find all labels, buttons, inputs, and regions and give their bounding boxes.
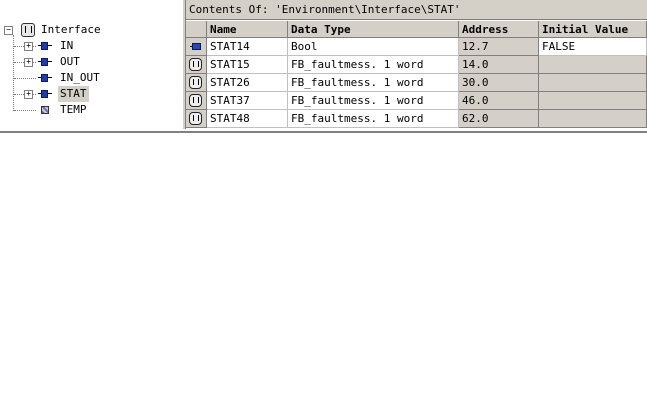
cell-data-type[interactable]: FB_faultmess. 1 word: [288, 74, 459, 92]
cell-address: 46.0: [459, 92, 539, 110]
tree-item-label: TEMP: [60, 103, 87, 116]
stat-port-icon: [38, 89, 52, 99]
interface-editor-window: − Interface + IN + OUT IN_OUT + STAT TEM…: [0, 0, 647, 133]
column-header-name[interactable]: Name: [207, 21, 288, 38]
tree-item-label-selected: STAT: [58, 86, 89, 102]
cell-address: 62.0: [459, 110, 539, 128]
fb-instance-icon: [189, 76, 202, 89]
cell-name[interactable]: STAT48: [207, 110, 288, 128]
tree-item-stat[interactable]: + STAT: [0, 86, 180, 102]
row-icon-cell: [186, 110, 207, 128]
table-row[interactable]: STAT14 Bool 12.7 FALSE: [186, 38, 647, 56]
cell-data-type[interactable]: FB_faultmess. 1 word: [288, 110, 459, 128]
cell-name[interactable]: STAT37: [207, 92, 288, 110]
inout-port-icon: [38, 73, 52, 83]
expand-icon[interactable]: +: [24, 42, 33, 51]
cell-name[interactable]: STAT26: [207, 74, 288, 92]
expand-icon[interactable]: +: [24, 58, 33, 67]
out-port-icon: [38, 57, 52, 67]
table-row[interactable]: STAT26 FB_faultmess. 1 word 30.0: [186, 74, 647, 92]
tree-item-in-out[interactable]: IN_OUT: [0, 70, 180, 86]
tree-item-out[interactable]: + OUT: [0, 54, 180, 70]
cell-initial-value[interactable]: FALSE: [539, 38, 647, 56]
table-row[interactable]: STAT15 FB_faultmess. 1 word 14.0: [186, 56, 647, 74]
row-icon-cell: [186, 92, 207, 110]
temp-icon: [38, 105, 52, 115]
cell-name[interactable]: STAT14: [207, 38, 288, 56]
cell-initial-value: [539, 74, 647, 92]
tree-item-in[interactable]: + IN: [0, 38, 180, 54]
column-header-initial-value[interactable]: Initial Value: [539, 21, 647, 38]
tree-item-label: IN_OUT: [60, 71, 100, 84]
column-header-address[interactable]: Address: [459, 21, 539, 38]
collapse-icon[interactable]: −: [4, 26, 13, 35]
tree-item-interface[interactable]: − Interface: [0, 22, 180, 38]
fb-instance-icon: [189, 112, 202, 125]
fb-instance-icon: [189, 58, 202, 71]
tree-item-temp[interactable]: TEMP: [0, 102, 180, 118]
contents-pane: Contents Of: 'Environment\Interface\STAT…: [186, 0, 647, 129]
table-row[interactable]: STAT37 FB_faultmess. 1 word 46.0: [186, 92, 647, 110]
expand-icon[interactable]: +: [24, 90, 33, 99]
tree-item-label: Interface: [41, 23, 101, 36]
variable-icon: [190, 42, 202, 52]
cell-address: 30.0: [459, 74, 539, 92]
tree-item-label: OUT: [60, 55, 80, 68]
cell-initial-value: [539, 56, 647, 74]
contents-caption: Contents Of: 'Environment\Interface\STAT…: [186, 0, 647, 20]
cell-data-type[interactable]: FB_faultmess. 1 word: [288, 56, 459, 74]
interface-icon: [21, 23, 35, 37]
column-header-data-type[interactable]: Data Type: [288, 21, 459, 38]
row-icon-cell: [186, 38, 207, 56]
cell-address: 14.0: [459, 56, 539, 74]
table-row[interactable]: STAT48 FB_faultmess. 1 word 62.0: [186, 110, 647, 128]
tree-item-label: IN: [60, 39, 74, 52]
in-port-icon: [38, 41, 52, 51]
fb-instance-icon: [189, 94, 202, 107]
cell-data-type[interactable]: FB_faultmess. 1 word: [288, 92, 459, 110]
cell-address: 12.7: [459, 38, 539, 56]
cell-name[interactable]: STAT15: [207, 56, 288, 74]
cell-initial-value: [539, 110, 647, 128]
header-icon-column[interactable]: [186, 21, 207, 38]
cell-data-type[interactable]: Bool: [288, 38, 459, 56]
cell-initial-value: [539, 92, 647, 110]
interface-tree: − Interface + IN + OUT IN_OUT + STAT TEM…: [0, 0, 182, 128]
table-header: Name Data Type Address Initial Value: [186, 21, 647, 38]
row-icon-cell: [186, 56, 207, 74]
row-icon-cell: [186, 74, 207, 92]
